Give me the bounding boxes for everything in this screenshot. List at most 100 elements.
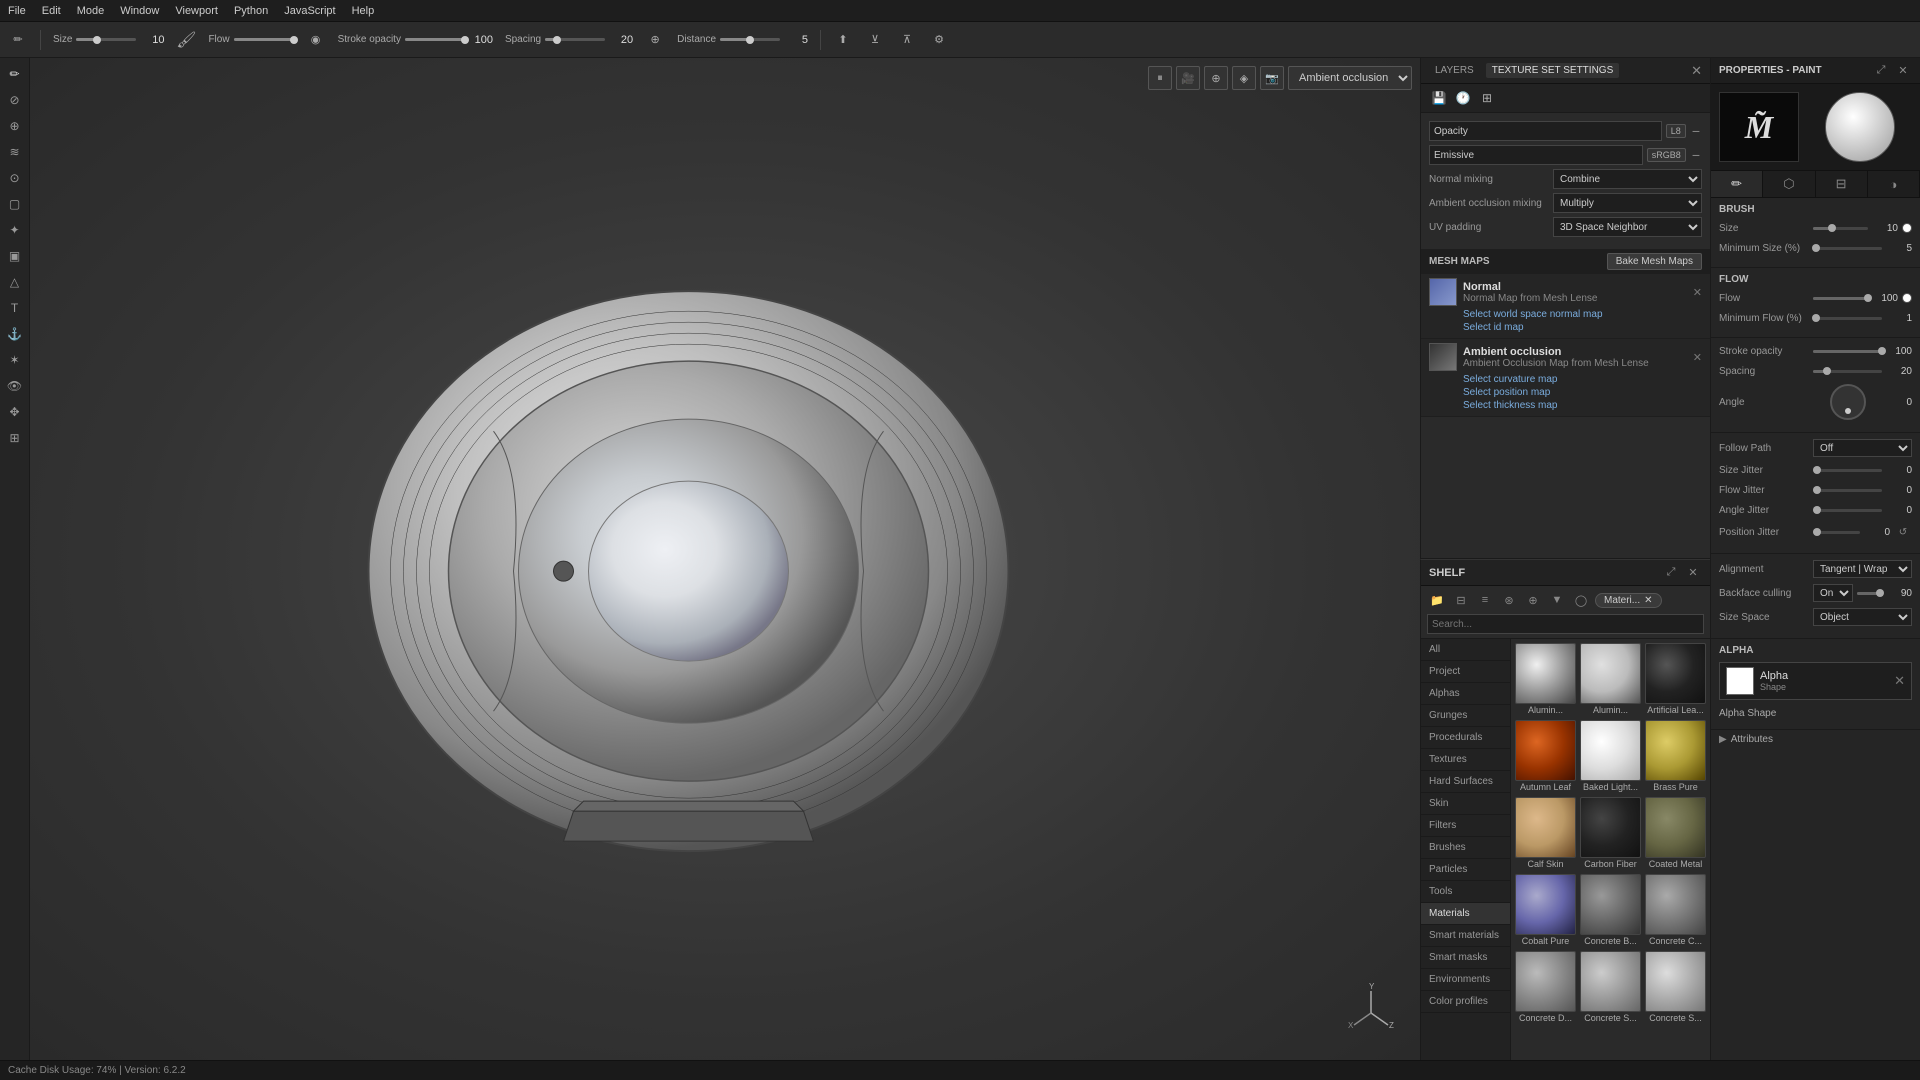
viewport-display-dropdown[interactable]: Ambient occlusion xyxy=(1288,66,1412,90)
shelf-material-item[interactable]: Carbon Fiber xyxy=(1580,797,1641,870)
tss-ao-mixing-select[interactable]: Multiply xyxy=(1553,193,1702,213)
prop-min-flow-slider[interactable] xyxy=(1813,311,1882,325)
shelf-material-item[interactable]: Concrete B... xyxy=(1580,874,1641,947)
sidebar-icon-color-pick[interactable]: ✦ xyxy=(3,218,27,242)
shelf-close-btn[interactable]: ✕ xyxy=(1684,564,1702,582)
shelf-grid-icon[interactable]: ⊟ xyxy=(1451,590,1471,610)
shelf-material-item[interactable]: Coated Metal xyxy=(1645,797,1706,870)
tss-emissive-input[interactable] xyxy=(1429,145,1643,165)
viewport-capture-btn[interactable]: 📷 xyxy=(1260,66,1284,90)
sidebar-icon-paint[interactable]: ✏ xyxy=(3,62,27,86)
tss-normal-mixing-select[interactable]: Combine xyxy=(1553,169,1702,189)
prop-alignment-select[interactable]: Tangent | Wrap xyxy=(1813,560,1912,578)
toolbar-distance-slider[interactable] xyxy=(720,38,780,41)
shelf-link-icon[interactable]: ⊛ xyxy=(1499,590,1519,610)
attributes-row[interactable]: ▶ Attributes xyxy=(1711,730,1920,749)
shelf-cat-project[interactable]: Project xyxy=(1421,661,1510,683)
tss-emissive-minus-btn[interactable]: − xyxy=(1690,147,1702,163)
shelf-filter-icon[interactable]: ▼ xyxy=(1547,590,1567,610)
prop-tab-brush[interactable]: ✏ xyxy=(1711,171,1763,197)
tss-opacity-minus-btn[interactable]: − xyxy=(1690,123,1702,139)
prop-pos-jitter-slider[interactable] xyxy=(1813,525,1860,539)
mesh-map-normal-close-btn[interactable]: ✕ xyxy=(1693,286,1702,299)
menu-javascript[interactable]: JavaScript xyxy=(284,5,335,17)
shelf-material-item[interactable]: Alumin... xyxy=(1515,643,1576,716)
toolbar-align-icon[interactable]: ⬆ xyxy=(833,30,853,50)
menu-window[interactable]: Window xyxy=(120,5,159,17)
mesh-map-ao-link1[interactable]: Select curvature map xyxy=(1463,373,1702,386)
shelf-cat-skin[interactable]: Skin xyxy=(1421,793,1510,815)
toolbar-distance-icon[interactable]: ⊕ xyxy=(645,30,665,50)
shelf-circle-icon[interactable]: ◯ xyxy=(1571,590,1591,610)
mesh-map-ao-link2[interactable]: Select position map xyxy=(1463,386,1702,399)
prop-pos-jitter-refresh-btn[interactable]: ↺ xyxy=(1894,523,1912,541)
shelf-cat-textures[interactable]: Textures xyxy=(1421,749,1510,771)
prop-spacing-slider[interactable] xyxy=(1813,364,1882,378)
menu-file[interactable]: File xyxy=(8,5,26,17)
prop-flow-jitter-slider[interactable] xyxy=(1813,483,1882,497)
sidebar-icon-text[interactable]: T xyxy=(3,296,27,320)
tss-opacity-input[interactable] xyxy=(1429,121,1662,141)
sidebar-icon-transform[interactable]: ✥ xyxy=(3,400,27,424)
shelf-material-item[interactable]: Concrete S... xyxy=(1580,951,1641,1024)
menu-python[interactable]: Python xyxy=(234,5,268,17)
toolbar-stamp-icon[interactable]: ◉ xyxy=(306,30,326,50)
prop-tab-settings[interactable]: ◑ xyxy=(1868,171,1920,197)
prop-flow-slider[interactable] xyxy=(1813,291,1868,305)
sidebar-icon-clone[interactable]: ⊕ xyxy=(3,114,27,138)
prop-size-color-btn[interactable] xyxy=(1902,223,1912,233)
prop-angle-jitter-slider[interactable] xyxy=(1813,503,1882,517)
texture-set-tab[interactable]: TEXTURE SET SETTINGS xyxy=(1486,63,1620,78)
prop-maximize-btn[interactable]: ⤢ xyxy=(1872,62,1890,80)
shelf-cat-color-profiles[interactable]: Color profiles xyxy=(1421,991,1510,1013)
shelf-material-item[interactable]: Artificial Lea... xyxy=(1645,643,1706,716)
tss-grid-icon[interactable]: ⊞ xyxy=(1477,88,1497,108)
alpha-close-btn[interactable]: ✕ xyxy=(1894,673,1905,689)
shelf-material-item[interactable]: Concrete D... xyxy=(1515,951,1576,1024)
prop-stroke-opacity-slider[interactable] xyxy=(1813,344,1882,358)
viewport-light-btn[interactable]: ◈ xyxy=(1232,66,1256,90)
shelf-material-item[interactable]: Alumin... xyxy=(1580,643,1641,716)
shelf-maximize-btn[interactable]: ⤢ xyxy=(1662,564,1680,582)
prop-tab-material[interactable]: ⬡ xyxy=(1763,171,1815,197)
shelf-cat-hard-surfaces[interactable]: Hard Surfaces xyxy=(1421,771,1510,793)
shelf-cat-procedurals[interactable]: Procedurals xyxy=(1421,727,1510,749)
shelf-cat-alphas[interactable]: Alphas xyxy=(1421,683,1510,705)
mesh-map-ao-link3[interactable]: Select thickness map xyxy=(1463,399,1702,412)
prop-close-btn[interactable]: ✕ xyxy=(1894,62,1912,80)
tss-history-icon[interactable]: 🕐 xyxy=(1453,88,1473,108)
prop-size-jitter-slider[interactable] xyxy=(1813,463,1882,477)
toolbar-stroke-opacity-slider[interactable] xyxy=(405,38,465,41)
menu-help[interactable]: Help xyxy=(352,5,375,17)
shelf-import-icon[interactable]: ⊕ xyxy=(1523,590,1543,610)
shelf-category-filter[interactable]: Materi... ✕ xyxy=(1595,593,1662,608)
shelf-search-input[interactable] xyxy=(1427,614,1704,634)
layers-tab[interactable]: LAYERS xyxy=(1429,63,1480,78)
texture-set-close-btn[interactable]: ✕ xyxy=(1691,63,1702,79)
sidebar-icon-anchor[interactable]: ⚓ xyxy=(3,322,27,346)
shelf-material-item[interactable]: Autumn Leaf xyxy=(1515,720,1576,793)
shelf-material-item[interactable]: Cobalt Pure xyxy=(1515,874,1576,947)
tss-save-icon[interactable]: 💾 xyxy=(1429,88,1449,108)
sidebar-icon-particles[interactable]: ✶ xyxy=(3,348,27,372)
menu-viewport[interactable]: Viewport xyxy=(175,5,218,17)
sidebar-icon-fill[interactable]: ▣ xyxy=(3,244,27,268)
shelf-material-item[interactable]: Calf Skin xyxy=(1515,797,1576,870)
prop-size-slider[interactable] xyxy=(1813,221,1868,235)
shelf-material-item[interactable]: Brass Pure xyxy=(1645,720,1706,793)
prop-tab-layers[interactable]: ⊟ xyxy=(1816,171,1868,197)
shelf-folder-icon[interactable]: 📁 xyxy=(1427,590,1447,610)
prop-backface-slider[interactable] xyxy=(1857,586,1882,600)
prop-angle-dial[interactable] xyxy=(1830,384,1866,420)
toolbar-brush-type-icon[interactable]: 🖌 xyxy=(176,30,196,50)
shelf-list-icon[interactable]: ≡ xyxy=(1475,590,1495,610)
viewport-render-btn[interactable]: ⊕ xyxy=(1204,66,1228,90)
shelf-material-item[interactable]: Concrete S... xyxy=(1645,951,1706,1024)
sidebar-icon-settings2[interactable]: ⊞ xyxy=(3,426,27,450)
sidebar-icon-erase[interactable]: ⊘ xyxy=(3,88,27,112)
shelf-cat-materials[interactable]: Materials xyxy=(1421,903,1510,925)
prop-flow-color-btn[interactable] xyxy=(1902,293,1912,303)
toolbar-size-slider[interactable] xyxy=(76,38,136,41)
prop-backface-select[interactable]: On xyxy=(1813,584,1853,602)
shelf-cat-grunges[interactable]: Grunges xyxy=(1421,705,1510,727)
